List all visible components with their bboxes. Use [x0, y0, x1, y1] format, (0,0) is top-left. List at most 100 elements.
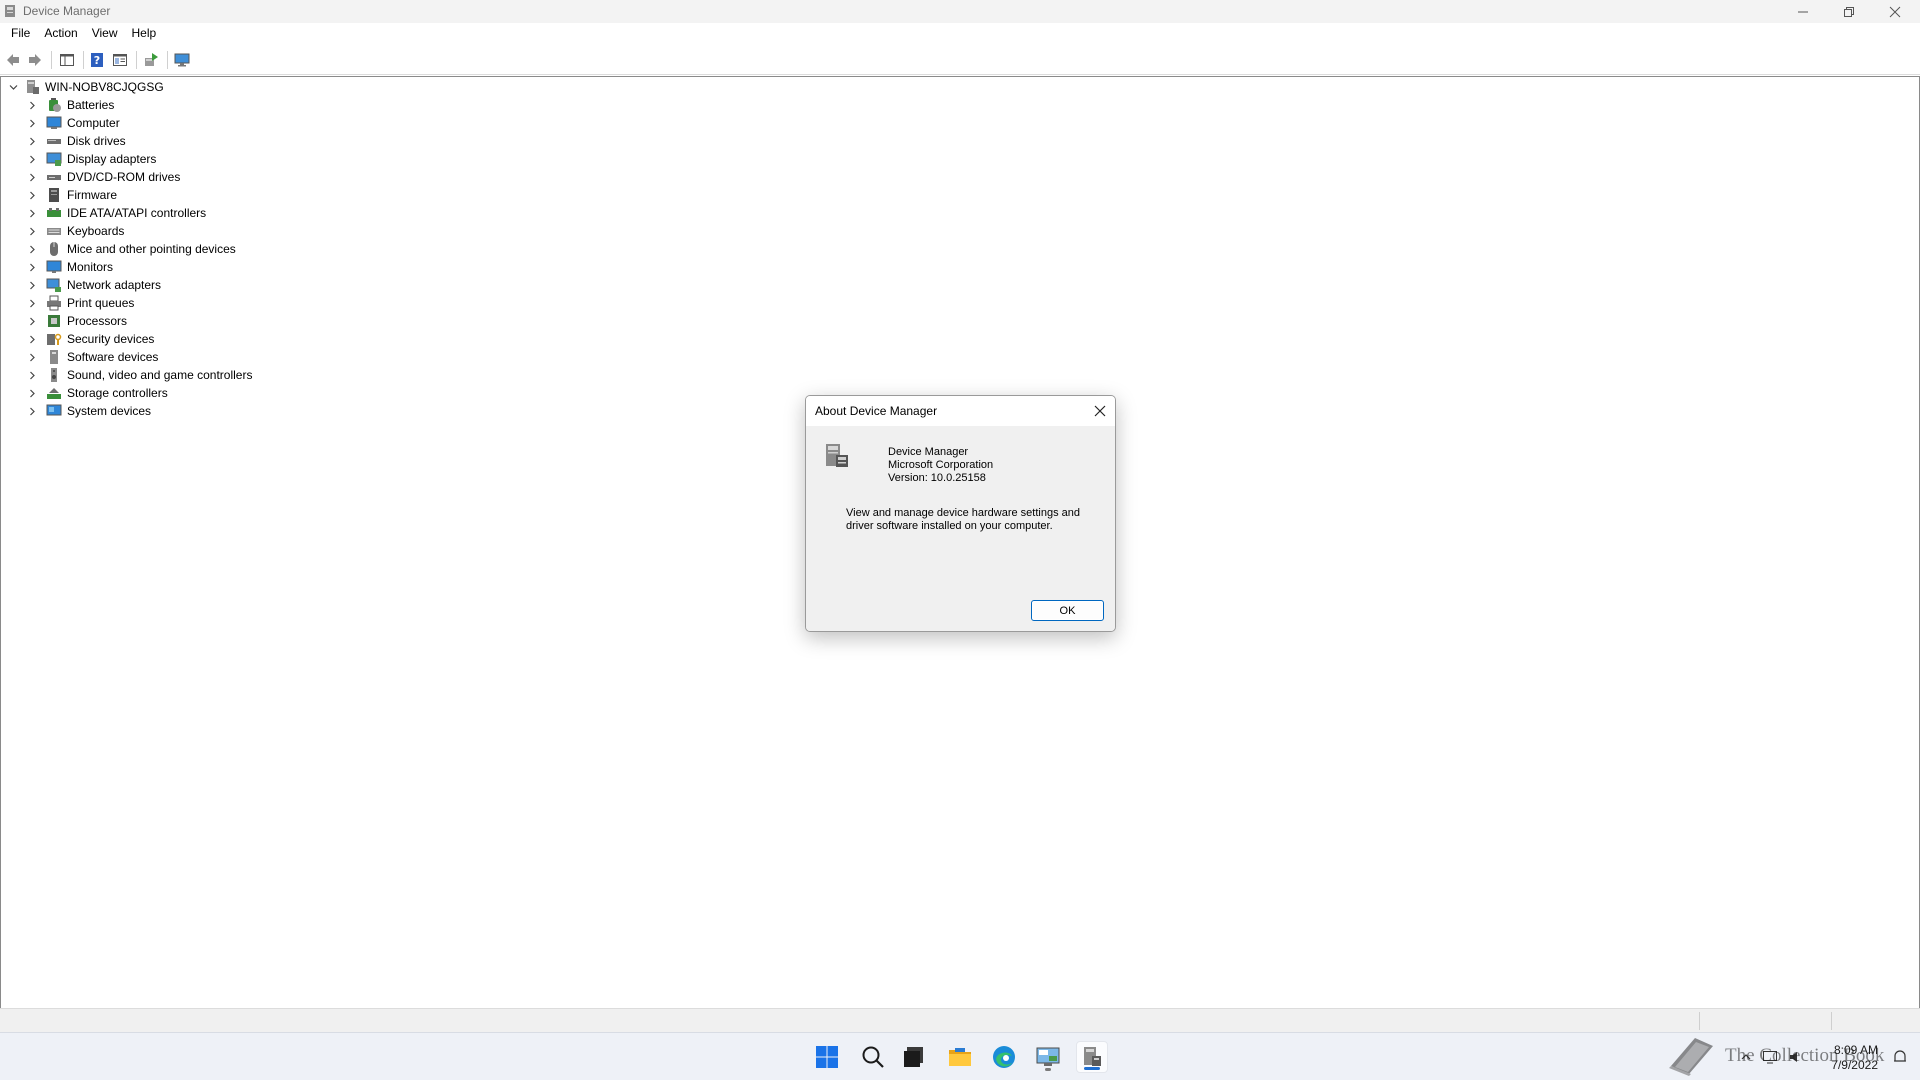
properties-button[interactable] — [110, 50, 130, 70]
device-manager-taskbar-button[interactable] — [1076, 1041, 1108, 1073]
menu-action[interactable]: Action — [37, 23, 84, 44]
expand-chevron-icon[interactable] — [26, 261, 38, 273]
scan-hardware-changes-icon — [174, 53, 190, 67]
file-explorer-button[interactable] — [944, 1041, 976, 1073]
search-icon — [862, 1046, 884, 1068]
back-button[interactable] — [3, 50, 23, 70]
menu-view[interactable]: View — [85, 23, 125, 44]
dialog-company: Microsoft Corporation — [888, 459, 994, 471]
expand-chevron-icon[interactable] — [26, 333, 38, 345]
tree-root[interactable]: WIN-NOBV8CJQGSG — [7, 78, 164, 96]
file-explorer-icon — [949, 1048, 971, 1066]
expand-chevron-icon[interactable] — [26, 135, 38, 147]
notification-icon[interactable] — [1892, 1049, 1908, 1065]
tree-item-label: Sound, video and game controllers — [67, 368, 253, 382]
expand-chevron-icon[interactable] — [26, 297, 38, 309]
computer-root-icon — [24, 79, 40, 95]
expand-chevron-icon[interactable] — [26, 99, 38, 111]
help-icon: ? — [91, 53, 103, 67]
tree-item-label: Mice and other pointing devices — [67, 242, 236, 256]
edge-button[interactable] — [988, 1041, 1020, 1073]
dialog-close-button[interactable] — [1091, 402, 1109, 420]
tree-item-storage-controllers[interactable]: Storage controllers — [26, 384, 168, 402]
search-button[interactable] — [857, 1041, 889, 1073]
tree-item-label: Display adapters — [67, 152, 157, 166]
edge-icon — [993, 1046, 1015, 1068]
tree-item-keyboards[interactable]: Keyboards — [26, 222, 124, 240]
expand-chevron-icon[interactable] — [26, 351, 38, 363]
device-manager-icon — [826, 444, 848, 467]
active-indicator — [1084, 1067, 1100, 1070]
tree-item-ide-ata-atapi-controllers[interactable]: IDE ATA/ATAPI controllers — [26, 204, 206, 222]
control-panel-icon — [1036, 1047, 1060, 1066]
close-button[interactable] — [1872, 0, 1918, 23]
dialog-title-bar: About Device Manager — [806, 396, 1115, 426]
tree-item-label: Print queues — [67, 296, 135, 310]
tree-item-sound-video-and-game-controllers[interactable]: Sound, video and game controllers — [26, 366, 252, 384]
tree-item-firmware[interactable]: Firmware — [26, 186, 117, 204]
dvd-drive-icon — [46, 169, 62, 185]
status-divider — [1831, 1012, 1832, 1030]
expand-chevron-icon[interactable] — [26, 207, 38, 219]
tree-root-label: WIN-NOBV8CJQGSG — [45, 80, 164, 94]
expand-chevron-icon[interactable] — [26, 171, 38, 183]
tree-item-label: Monitors — [67, 260, 114, 274]
control-panel-button[interactable] — [1032, 1041, 1064, 1073]
tree-item-network-adapters[interactable]: Network adapters — [26, 276, 161, 294]
tree-item-computer[interactable]: Computer — [26, 114, 120, 132]
security-device-icon — [46, 331, 62, 347]
tree-item-label: Processors — [67, 314, 128, 328]
menu-bar: File Action View Help — [0, 23, 1920, 44]
close-icon — [1094, 405, 1106, 417]
tree-item-mice-and-other-pointing-devices[interactable]: Mice and other pointing devices — [26, 240, 236, 258]
expand-chevron-icon[interactable] — [26, 153, 38, 165]
menu-file[interactable]: File — [4, 23, 37, 44]
expand-chevron-icon[interactable] — [26, 189, 38, 201]
show-hide-console-tree-icon — [60, 54, 74, 66]
scan-hardware-changes-button[interactable] — [172, 50, 192, 70]
update-driver-button[interactable] — [141, 50, 161, 70]
expand-chevron-icon[interactable] — [26, 279, 38, 291]
window-title: Device Manager — [23, 4, 111, 18]
restore-icon — [1844, 6, 1854, 17]
expand-chevron-icon[interactable] — [26, 117, 38, 129]
watermark: The Collection Book — [1665, 1034, 1884, 1078]
ok-button[interactable]: OK — [1031, 600, 1104, 621]
dialog-description: View and manage device hardware settings… — [846, 507, 1081, 532]
tree-item-dvd-cd-rom-drives[interactable]: DVD/CD-ROM drives — [26, 168, 180, 186]
toolbar-separator — [51, 51, 52, 69]
about-dialog: About Device Manager Device Manager Micr… — [805, 395, 1116, 632]
tree-item-print-queues[interactable]: Print queues — [26, 294, 134, 312]
tree-item-processors[interactable]: Processors — [26, 312, 127, 330]
mouse-icon — [46, 241, 62, 257]
expand-chevron-icon[interactable] — [26, 369, 38, 381]
tree-item-disk-drives[interactable]: Disk drives — [26, 132, 126, 150]
expand-chevron-icon[interactable] — [26, 315, 38, 327]
tree-item-software-devices[interactable]: Software devices — [26, 348, 158, 366]
tree-item-security-devices[interactable]: Security devices — [26, 330, 154, 348]
tree-item-display-adapters[interactable]: Display adapters — [26, 150, 156, 168]
expand-chevron-icon[interactable] — [26, 243, 38, 255]
forward-button[interactable] — [25, 50, 45, 70]
start-button[interactable] — [811, 1041, 843, 1073]
help-button[interactable]: ? — [87, 50, 107, 70]
tree-item-system-devices[interactable]: System devices — [26, 402, 151, 420]
expand-chevron-icon[interactable] — [26, 405, 38, 417]
task-view-button[interactable] — [898, 1041, 930, 1073]
menu-help[interactable]: Help — [125, 23, 164, 44]
toolbar-separator — [136, 51, 137, 69]
watermark-text: The Collection Book — [1725, 1045, 1885, 1066]
tree-item-label: Security devices — [67, 332, 155, 346]
storage-controller-icon — [46, 385, 62, 401]
tree-item-monitors[interactable]: Monitors — [26, 258, 113, 276]
expand-chevron-icon[interactable] — [26, 387, 38, 399]
collapse-chevron-icon[interactable] — [7, 81, 19, 93]
show-hide-console-tree-button[interactable] — [57, 50, 77, 70]
tree-item-batteries[interactable]: Batteries — [26, 96, 114, 114]
restore-button[interactable] — [1826, 0, 1872, 23]
expand-chevron-icon[interactable] — [26, 225, 38, 237]
minimize-button[interactable] — [1780, 0, 1826, 23]
svg-text:?: ? — [94, 54, 100, 67]
ide-controller-icon — [46, 205, 62, 221]
properties-icon — [113, 54, 127, 66]
